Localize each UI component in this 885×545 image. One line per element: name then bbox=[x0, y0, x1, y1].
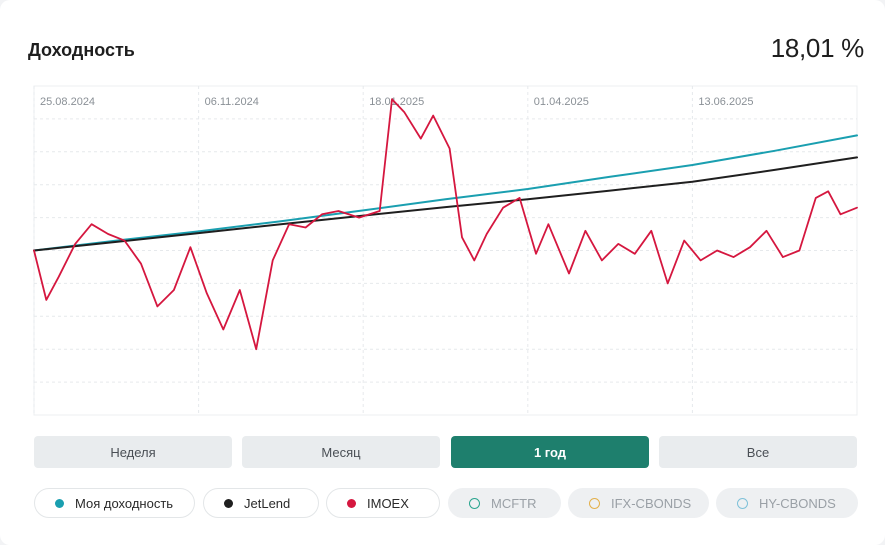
legend-chip-mcftr[interactable]: MCFTR bbox=[448, 488, 561, 518]
period-month-button[interactable]: Месяц bbox=[242, 436, 440, 468]
x-tick-label: 18.01.2025 bbox=[369, 96, 424, 108]
dot-icon bbox=[55, 498, 64, 508]
ring-icon bbox=[737, 497, 748, 509]
x-tick-label: 25.08.2024 bbox=[40, 96, 95, 108]
dot-icon bbox=[224, 498, 233, 508]
ring-icon bbox=[589, 497, 600, 509]
plot-area bbox=[33, 85, 858, 416]
legend-chip-imoex[interactable]: IMOEX bbox=[326, 488, 440, 518]
period-week-button[interactable]: Неделя bbox=[34, 436, 232, 468]
x-tick-label: 01.04.2025 bbox=[534, 96, 589, 108]
dot-icon bbox=[347, 498, 356, 508]
legend-label: JetLend bbox=[244, 495, 291, 511]
legend-label: MCFTR bbox=[491, 495, 537, 511]
legend-chip-my-yield[interactable]: Моя доходность bbox=[34, 488, 195, 518]
x-tick-label: 13.06.2025 bbox=[698, 96, 753, 108]
legend-chip-hy-cbonds[interactable]: HY-CBONDS bbox=[716, 488, 858, 518]
period-selector: Неделя Месяц 1 год Все bbox=[34, 436, 858, 468]
yield-chart: 25.08.2024 06.11.2024 18.01.2025 01.04.2025… bbox=[33, 85, 858, 416]
yield-card: Доходность 18,01 % 25.08.2024 06.11.2024 1… bbox=[0, 0, 885, 545]
period-year-button[interactable]: 1 год bbox=[451, 436, 649, 468]
legend: Моя доходность JetLend IMOEX MCFTR IFX-C… bbox=[34, 488, 858, 520]
legend-label: IFX-CBONDS bbox=[611, 495, 692, 511]
period-all-button[interactable]: Все bbox=[659, 436, 857, 468]
x-tick-label: 06.11.2024 bbox=[205, 96, 259, 108]
legend-label: IMOEX bbox=[367, 495, 409, 511]
legend-label: Моя доходность bbox=[75, 495, 174, 511]
legend-chip-jetlend[interactable]: JetLend bbox=[203, 488, 319, 518]
legend-chip-ifx-cbonds[interactable]: IFX-CBONDS bbox=[568, 488, 709, 518]
legend-label: HY-CBONDS bbox=[759, 495, 836, 511]
ring-icon bbox=[469, 497, 480, 509]
